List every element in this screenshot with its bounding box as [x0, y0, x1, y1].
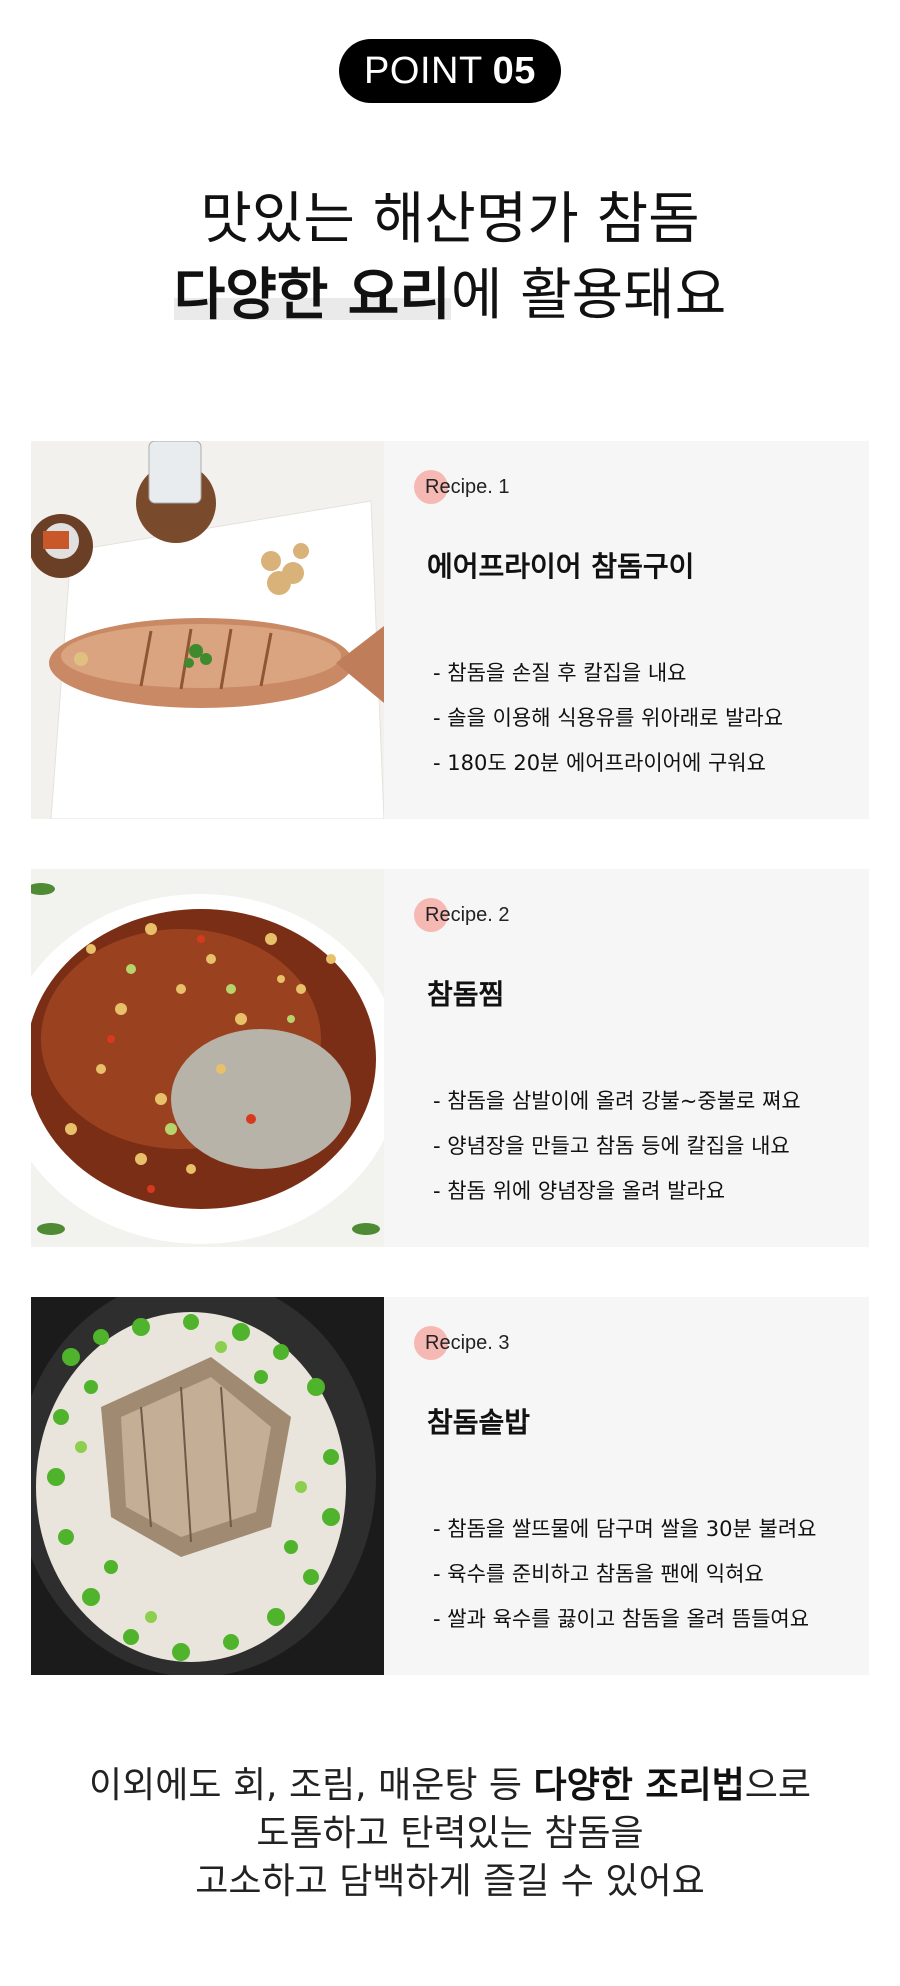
point-number: 05 — [492, 49, 536, 92]
closing-line1: 이외에도 회, 조림, 매운탕 등 다양한 조리법으로 — [0, 1762, 900, 1810]
headline-highlight: 다양한 요리 — [173, 263, 451, 328]
point-label: POINT — [364, 49, 483, 92]
recipe-step: - 육수를 준비하고 참돔을 팬에 익혀요 — [433, 1562, 764, 1586]
steamed-sea-bream-photo — [31, 869, 384, 1247]
recipe-card-2: Recipe. 2 참돔찜 - 참돔을 삼발이에 올려 강불~중불로 쪄요 - … — [31, 869, 869, 1247]
closing-line1-post: 으로 — [744, 1765, 811, 1806]
recipe-step: - 참돔 위에 양념장을 올려 발라요 — [433, 1179, 726, 1203]
recipe-step: - 참돔을 쌀뜨물에 담구며 쌀을 30분 불려요 — [433, 1517, 817, 1541]
recipe-title: 에어프라이어 참돔구이 — [427, 550, 695, 583]
recipe-tag: Recipe. 1 — [414, 470, 510, 504]
recipe-step: - 양념장을 만들고 참돔 등에 칼집을 내요 — [433, 1134, 790, 1158]
recipe-step: - 참돔을 손질 후 칼집을 내요 — [433, 661, 687, 685]
recipe-step: - 참돔을 삼발이에 올려 강불~중불로 쪄요 — [433, 1089, 801, 1113]
closing-line1-pre: 이외에도 회, 조림, 매운탕 등 — [89, 1765, 534, 1806]
recipe-title: 참돔솥밥 — [427, 1406, 531, 1439]
closing-highlight: 다양한 조리법 — [533, 1765, 745, 1806]
recipe-tag: Recipe. 3 — [414, 1326, 510, 1360]
recipe-card-3: Recipe. 3 참돔솥밥 - 참돔을 쌀뜨물에 담구며 쌀을 30분 불려요… — [31, 1297, 869, 1675]
closing-line3: 고소하고 담백하게 즐길 수 있어요 — [195, 1861, 705, 1902]
recipe-steps: - 참돔을 삼발이에 올려 강불~중불로 쪄요 - 양념장을 만들고 참돔 등에… — [433, 1079, 801, 1214]
recipe-steps: - 참돔을 쌀뜨물에 담구며 쌀을 30분 불려요 - 육수를 준비하고 참돔을… — [433, 1507, 816, 1642]
headline-line2-rest: 에 활용돼요 — [450, 263, 727, 328]
grilled-sea-bream-photo — [31, 441, 384, 819]
point-badge: POINT 05 — [339, 39, 561, 103]
recipe-tag-label: Recipe. 1 — [425, 476, 510, 498]
recipe-tag: Recipe. 2 — [414, 898, 510, 932]
recipe-step: - 솔을 이용해 식용유를 위아래로 발라요 — [433, 706, 784, 730]
recipe-title: 참돔찜 — [427, 978, 505, 1011]
closing-line2: 도톰하고 탄력있는 참돔을 — [256, 1813, 644, 1854]
recipe-steps: - 참돔을 손질 후 칼집을 내요 - 솔을 이용해 식용유를 위아래로 발라요… — [433, 651, 783, 786]
recipe-step: - 쌀과 육수를 끓이고 참돔을 올려 뜸들여요 — [433, 1607, 810, 1631]
headline-line2: 다양한 요리에 활용돼요 — [0, 260, 900, 332]
recipe-card-1: Recipe. 1 에어프라이어 참돔구이 - 참돔을 손질 후 칼집을 내요 … — [31, 441, 869, 819]
recipe-tag-label: Recipe. 3 — [425, 1332, 510, 1354]
sea-bream-pot-rice-photo — [31, 1297, 384, 1675]
recipe-tag-label: Recipe. 2 — [425, 904, 510, 926]
headline-line1: 맛있는 해산명가 참돔 — [200, 187, 700, 252]
recipe-step: - 180도 20분 에어프라이어에 구워요 — [433, 751, 766, 775]
